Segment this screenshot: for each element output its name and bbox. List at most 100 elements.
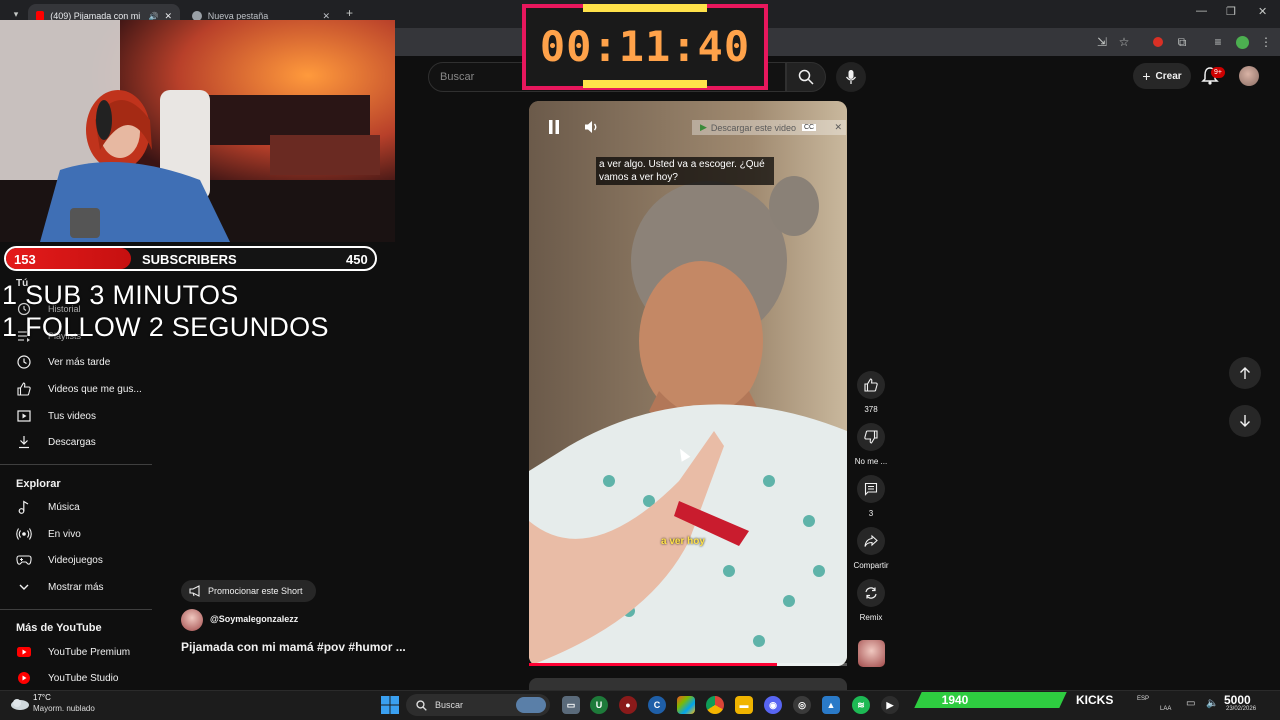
thumb-up-icon (864, 378, 878, 392)
sound-thumbnail[interactable] (858, 640, 885, 667)
like-button[interactable] (857, 371, 885, 399)
like-count: 378 (864, 405, 878, 414)
share-button[interactable] (857, 527, 885, 555)
discord-icon[interactable]: ◉ (764, 696, 782, 714)
green-goal-value: 1940 (941, 693, 969, 707)
sidebar-divider (0, 464, 152, 465)
next-short-button[interactable] (1229, 405, 1261, 437)
stream-overlay-line1: 1 SUB 3 MINUTOS (2, 280, 239, 310)
next-short-preview[interactable] (529, 678, 847, 690)
search-icon (798, 69, 814, 85)
explore-section-heading: Explorar (16, 478, 61, 490)
download-video-bar[interactable]: ▶ Descargar este video CC ✕ (692, 120, 846, 135)
close-icon[interactable]: ✕ (834, 122, 842, 133)
megaphone-icon (189, 585, 200, 597)
voice-search-button[interactable] (836, 62, 866, 92)
profile-icon[interactable] (1234, 34, 1250, 50)
copilot-icon[interactable] (677, 696, 695, 714)
kicks-label: KICKS (1076, 693, 1114, 707)
speaker-tray-icon[interactable]: 🔈 (1206, 698, 1218, 709)
c-app-icon[interactable]: C (648, 696, 666, 714)
thumb-up-icon (16, 381, 32, 397)
file-explorer-icon[interactable]: ▬ (735, 696, 753, 714)
clock-date: 23/02/2026 (1226, 706, 1257, 712)
yt-studio-icon (16, 670, 32, 686)
chrome-icon[interactable] (706, 696, 724, 714)
weather-desc: Mayorm. nublado (33, 704, 95, 713)
pause-icon (549, 120, 559, 134)
video-frame (529, 101, 847, 666)
dislike-button[interactable] (857, 423, 885, 451)
channel-name[interactable]: @Soymalegonzalezz (210, 614, 298, 624)
subscriber-current: 153 (14, 252, 36, 267)
minimize-icon[interactable]: — (1196, 5, 1207, 17)
obs-icon[interactable]: ◎ (793, 696, 811, 714)
video-progress-bar[interactable] (529, 663, 847, 666)
sidebar-item-youtube-premium[interactable]: YouTube Premium (0, 639, 152, 665)
taskbar-search[interactable]: Buscar (406, 694, 550, 716)
sidebar-item-music[interactable]: Música (0, 494, 152, 520)
video-caption-highlight: a ver hoy (661, 536, 705, 547)
short-video-player[interactable] (529, 101, 847, 666)
maximize-icon[interactable]: ❐ (1226, 5, 1236, 18)
short-title[interactable]: Pijamada con mi mamá #pov #humor ... (181, 640, 406, 654)
kicks-value: 5000 (1224, 693, 1251, 707)
search-placeholder: Buscar (440, 71, 475, 83)
sidebar-item-gaming[interactable]: Videojuegos (0, 547, 152, 573)
new-tab-button[interactable]: + (346, 6, 353, 20)
sidebar-item-live[interactable]: En vivo (0, 521, 152, 547)
weather-temp: 17°C (33, 693, 51, 702)
plus-icon: + (1142, 68, 1151, 84)
photos-icon[interactable]: ▲ (822, 696, 840, 714)
red-app-icon[interactable]: ● (619, 696, 637, 714)
stream-overlay-line2: 1 FOLLOW 2 SEGUNDOS (2, 312, 329, 342)
remix-button[interactable] (857, 579, 885, 607)
play-small-icon: ▶ (700, 122, 707, 132)
sidebar-item-liked-videos[interactable]: Videos que me gus... (0, 376, 152, 402)
spotify-icon[interactable]: ≋ (852, 696, 870, 714)
extensions-icon[interactable]: ⧉ (1174, 34, 1190, 50)
account-avatar[interactable] (1239, 66, 1259, 86)
volume-button[interactable] (578, 115, 606, 139)
comments-button[interactable] (857, 475, 885, 503)
weather-icon[interactable] (10, 695, 30, 711)
task-view-icon[interactable]: ▭ (562, 696, 580, 714)
sidebar-divider (0, 609, 152, 610)
previous-short-button[interactable] (1229, 357, 1261, 389)
bookmark-star-icon[interactable]: ☆ (1116, 34, 1132, 50)
upwork-icon[interactable]: U (590, 696, 608, 714)
windows-start-icon[interactable] (381, 696, 399, 714)
extension-red-icon[interactable] (1150, 34, 1166, 50)
media-controls-icon[interactable]: ≡ (1210, 34, 1226, 50)
language-primary[interactable]: ESP (1137, 696, 1149, 702)
subscriber-goal: 450 (346, 252, 368, 267)
sidebar-item-label: Ver más tarde (48, 356, 111, 368)
network-icon[interactable]: ▭ (1186, 698, 1195, 709)
sidebar-item-watch-later[interactable]: Ver más tarde (0, 349, 152, 375)
sidebar-item-label: Música (48, 501, 80, 513)
subscriber-label: SUBSCRIBERS (142, 252, 237, 267)
sidebar-item-your-videos[interactable]: Tus videos (0, 403, 152, 429)
search-button[interactable] (786, 62, 826, 92)
video-progress-fill (529, 663, 778, 666)
create-button[interactable]: + Crear (1133, 63, 1191, 89)
video-caption-top: a ver algo. Usted va a escoger. ¿Qué vam… (596, 157, 774, 185)
share-icon (864, 534, 878, 547)
promote-short-button[interactable]: Promocionar este Short (181, 580, 316, 602)
channel-avatar[interactable] (181, 609, 203, 631)
sidebar-item-downloads[interactable]: Descargas (0, 429, 152, 455)
close-window-icon[interactable]: ✕ (1258, 5, 1267, 18)
music-icon (16, 499, 32, 515)
media-player-icon[interactable]: ▶ (881, 696, 899, 714)
sidebar-item-youtube-studio[interactable]: YouTube Studio (0, 665, 152, 691)
install-icon[interactable]: ⇲ (1094, 34, 1110, 50)
sidebar-item-show-more[interactable]: Mostrar más (0, 574, 152, 600)
download-icon (16, 434, 32, 450)
pause-button[interactable] (539, 115, 569, 139)
share-label: Compartir (853, 561, 889, 570)
create-label: Crear (1155, 70, 1182, 82)
chrome-menu-icon[interactable]: ⋮ (1258, 34, 1274, 50)
cc-icon[interactable]: CC (801, 124, 817, 131)
microphone-icon (845, 70, 857, 84)
arrow-up-icon (1240, 367, 1250, 379)
